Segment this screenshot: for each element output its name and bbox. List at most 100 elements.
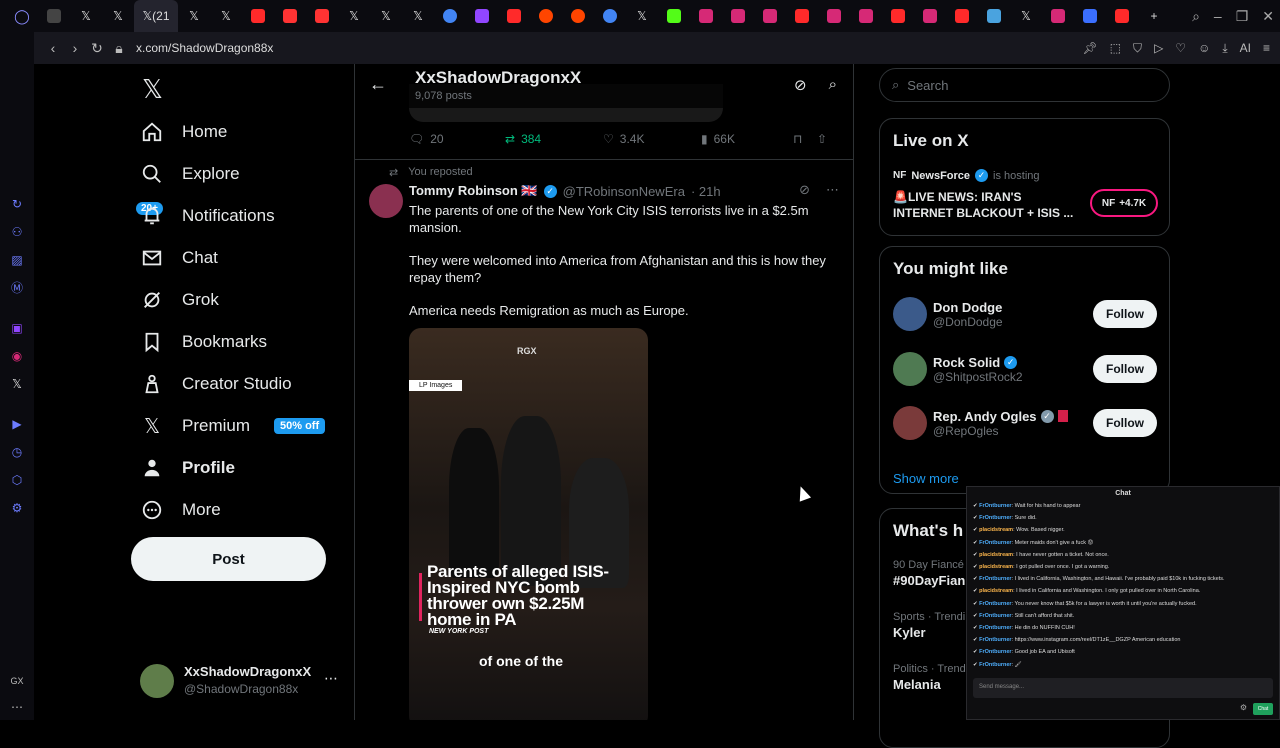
tab[interactable] xyxy=(274,0,306,32)
repost-button[interactable]: ⇄ 384 xyxy=(505,132,603,146)
tab[interactable]: 𝕏 xyxy=(338,0,370,32)
chat-user[interactable]: FrOntburner xyxy=(979,576,1011,582)
menu-icon[interactable]: ≡ xyxy=(1263,41,1270,55)
tab[interactable] xyxy=(498,0,530,32)
author-handle[interactable]: @TRobinsonNewEra xyxy=(563,184,685,199)
grok-icon[interactable]: ⊘ xyxy=(799,182,810,198)
twitch-icon[interactable]: ▣ xyxy=(9,320,25,336)
search-input[interactable]: ⌕ Search xyxy=(879,68,1170,102)
post-button[interactable]: Post xyxy=(131,537,326,581)
opera-menu-icon[interactable]: ◯ xyxy=(6,0,38,32)
tab[interactable] xyxy=(434,0,466,32)
tab[interactable]: 𝕏 xyxy=(1010,0,1042,32)
play-icon[interactable]: ▷ xyxy=(1154,41,1163,55)
url-field[interactable]: x.com/ShadowDragon88x xyxy=(136,41,273,55)
nav-notifications[interactable]: Notifications xyxy=(140,204,275,228)
tab[interactable] xyxy=(594,0,626,32)
tab[interactable] xyxy=(306,0,338,32)
chat-user[interactable]: placidstream xyxy=(979,552,1013,558)
share-icon[interactable]: ⇧ xyxy=(817,132,827,146)
follow-button[interactable]: Follow xyxy=(1093,409,1157,437)
tab[interactable] xyxy=(914,0,946,32)
chat-input[interactable]: Send message... xyxy=(973,678,1273,698)
x-icon[interactable]: 𝕏 xyxy=(9,376,25,392)
more-options-icon[interactable]: ⋯ xyxy=(826,182,839,198)
nav-chat[interactable]: Chat xyxy=(140,246,218,270)
snapshot-icon[interactable]: ⬚ xyxy=(1110,41,1121,55)
nav-home[interactable]: Home xyxy=(140,120,227,144)
tab[interactable] xyxy=(818,0,850,32)
ai-button[interactable]: AI xyxy=(1240,41,1251,55)
chat-text[interactable]: https://www.instagram.com/reel/DT1zE__DG… xyxy=(1015,637,1181,643)
nav-more[interactable]: More xyxy=(140,498,221,522)
suggested-user[interactable]: Rock Solid ✓ @ShitpostRock2 Follow xyxy=(893,352,1157,386)
tab[interactable] xyxy=(850,0,882,32)
follow-button[interactable]: Follow xyxy=(1093,355,1157,383)
chat-user[interactable]: FrOntburner xyxy=(979,662,1011,668)
trend-item[interactable]: Sports · Trendi Kyler xyxy=(893,611,965,640)
more-icon[interactable]: ⋯ xyxy=(9,699,25,715)
tab[interactable]: 𝕏 xyxy=(102,0,134,32)
tab[interactable] xyxy=(786,0,818,32)
sidebar-icon[interactable]: ⚇ xyxy=(9,224,25,240)
suggested-user[interactable]: Don Dodge @DonDodge Follow xyxy=(893,297,1157,331)
account-icon[interactable]: ☺ xyxy=(1198,41,1210,55)
x-logo-icon[interactable]: 𝕏 xyxy=(142,74,163,105)
forward-icon[interactable]: › xyxy=(64,40,86,56)
reload-icon[interactable]: ↻ xyxy=(86,40,108,57)
nav-profile[interactable]: Profile xyxy=(140,456,235,480)
chat-user[interactable]: FrOntburner xyxy=(979,649,1011,655)
tab[interactable] xyxy=(1042,0,1074,32)
tweet-time[interactable]: · 21h xyxy=(691,184,721,199)
heart-icon[interactable]: ♡ xyxy=(1175,41,1186,55)
player-icon[interactable]: ▶ xyxy=(9,416,25,432)
tab[interactable] xyxy=(242,0,274,32)
tab[interactable]: 𝕏 xyxy=(402,0,434,32)
live-stream-title[interactable]: 🚨LIVE NEWS: IRAN'S INTERNET BLACKOUT + I… xyxy=(893,189,1083,221)
tab[interactable]: 𝕏 xyxy=(178,0,210,32)
show-more-link[interactable]: Show more xyxy=(893,471,959,486)
chat-user[interactable]: FrOntburner xyxy=(979,613,1011,619)
tab[interactable]: 𝕏 xyxy=(70,0,102,32)
sidebar-icon[interactable]: Ⓜ xyxy=(9,280,25,296)
views-button[interactable]: ▮ 66K xyxy=(701,132,793,146)
live-listeners-button[interactable]: NF +4.7K xyxy=(1090,189,1158,217)
reply-button[interactable]: 🗨︎ 20 xyxy=(409,132,505,146)
download-icon[interactable]: ⤓ xyxy=(1222,41,1227,56)
more-options-icon[interactable]: ⋯ xyxy=(324,670,338,687)
tab[interactable]: 𝕏 xyxy=(370,0,402,32)
extensions-icon[interactable]: ⬡ xyxy=(9,472,25,488)
tab[interactable] xyxy=(722,0,754,32)
new-tab-button[interactable]: + xyxy=(1138,0,1170,32)
live-host[interactable]: NF NewsForce ✓ is hosting xyxy=(893,169,1040,182)
back-icon[interactable]: ‹ xyxy=(42,40,64,56)
instagram-icon[interactable]: ◉ xyxy=(9,348,25,364)
nav-creator-studio[interactable]: Creator Studio xyxy=(140,372,292,396)
active-tab[interactable]: 𝕏 (21 xyxy=(134,0,178,32)
search-tabs-icon[interactable]: ⌕ xyxy=(1192,8,1200,25)
author-name[interactable]: Tommy Robinson 🇬🇧 xyxy=(409,183,538,199)
nav-premium[interactable]: 𝕏 Premium 50% off xyxy=(140,414,326,438)
tab[interactable] xyxy=(1106,0,1138,32)
chat-send-button[interactable]: Chat xyxy=(1253,703,1273,715)
trend-item[interactable]: Politics · Trend Melania xyxy=(893,663,966,692)
chat-user[interactable]: FrOntburner xyxy=(979,515,1011,521)
tab[interactable] xyxy=(882,0,914,32)
tab[interactable] xyxy=(1074,0,1106,32)
nav-bookmarks[interactable]: Bookmarks xyxy=(140,330,267,354)
bookmark-icon[interactable]: ⊓ xyxy=(793,132,817,146)
close-icon[interactable]: ✕ xyxy=(1262,8,1274,25)
tab[interactable] xyxy=(530,0,562,32)
chat-user[interactable]: FrOntburner xyxy=(979,503,1011,509)
minimize-icon[interactable]: – xyxy=(1214,8,1222,24)
shield-icon[interactable]: ⛉ xyxy=(1133,41,1142,56)
settings-icon[interactable]: ⚙ xyxy=(9,500,25,516)
suggested-user[interactable]: Rep. Andy Ogles ✓ @RepOgles Follow xyxy=(893,406,1157,440)
chat-user[interactable]: placidstream xyxy=(979,527,1013,533)
tab[interactable] xyxy=(754,0,786,32)
sidebar-icon[interactable]: ↻ xyxy=(9,196,25,212)
tab[interactable] xyxy=(978,0,1010,32)
tab[interactable]: 𝕏 xyxy=(626,0,658,32)
tab[interactable] xyxy=(466,0,498,32)
tab[interactable] xyxy=(562,0,594,32)
